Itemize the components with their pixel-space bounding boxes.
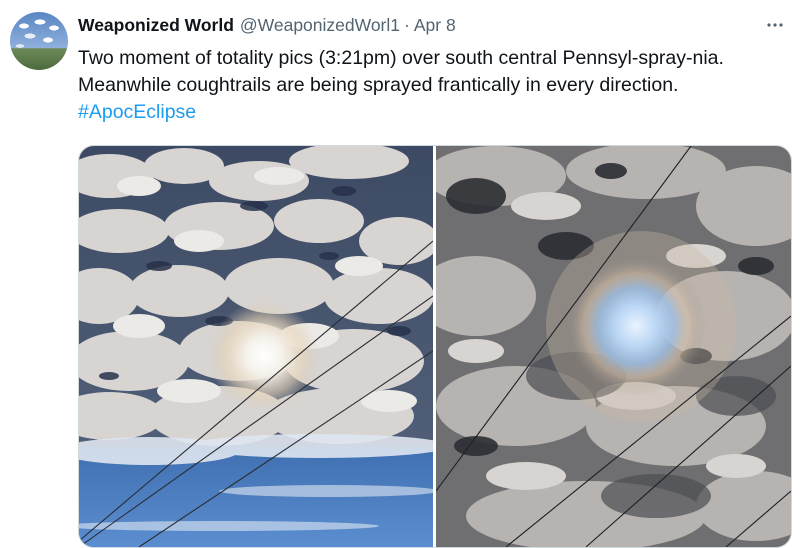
eclipse-photo-left[interactable] bbox=[79, 146, 433, 547]
tweet-date[interactable]: Apr 8 bbox=[414, 15, 456, 36]
hashtag-link[interactable]: #ApocEclipse bbox=[78, 99, 794, 126]
more-options-button[interactable] bbox=[762, 12, 788, 38]
tweet-text: Two moment of totality pics (3:21pm) ove… bbox=[78, 45, 794, 126]
tweet-text-line: Meanwhile coughtrails are being sprayed … bbox=[78, 74, 679, 96]
tweet-text-line: Two moment of totality pics (3:21pm) ove… bbox=[78, 47, 724, 69]
separator-dot: · bbox=[404, 15, 410, 35]
more-horizontal-icon bbox=[767, 23, 783, 27]
eclipse-photo-right[interactable] bbox=[436, 146, 791, 547]
media-grid bbox=[78, 145, 792, 548]
author-handle[interactable]: @WeaponizedWorl1 bbox=[240, 15, 400, 36]
avatar[interactable] bbox=[10, 12, 68, 70]
author-name[interactable]: Weaponized World bbox=[78, 15, 234, 36]
tweet-header: Weaponized World @WeaponizedWorl1 · Apr … bbox=[78, 15, 456, 39]
